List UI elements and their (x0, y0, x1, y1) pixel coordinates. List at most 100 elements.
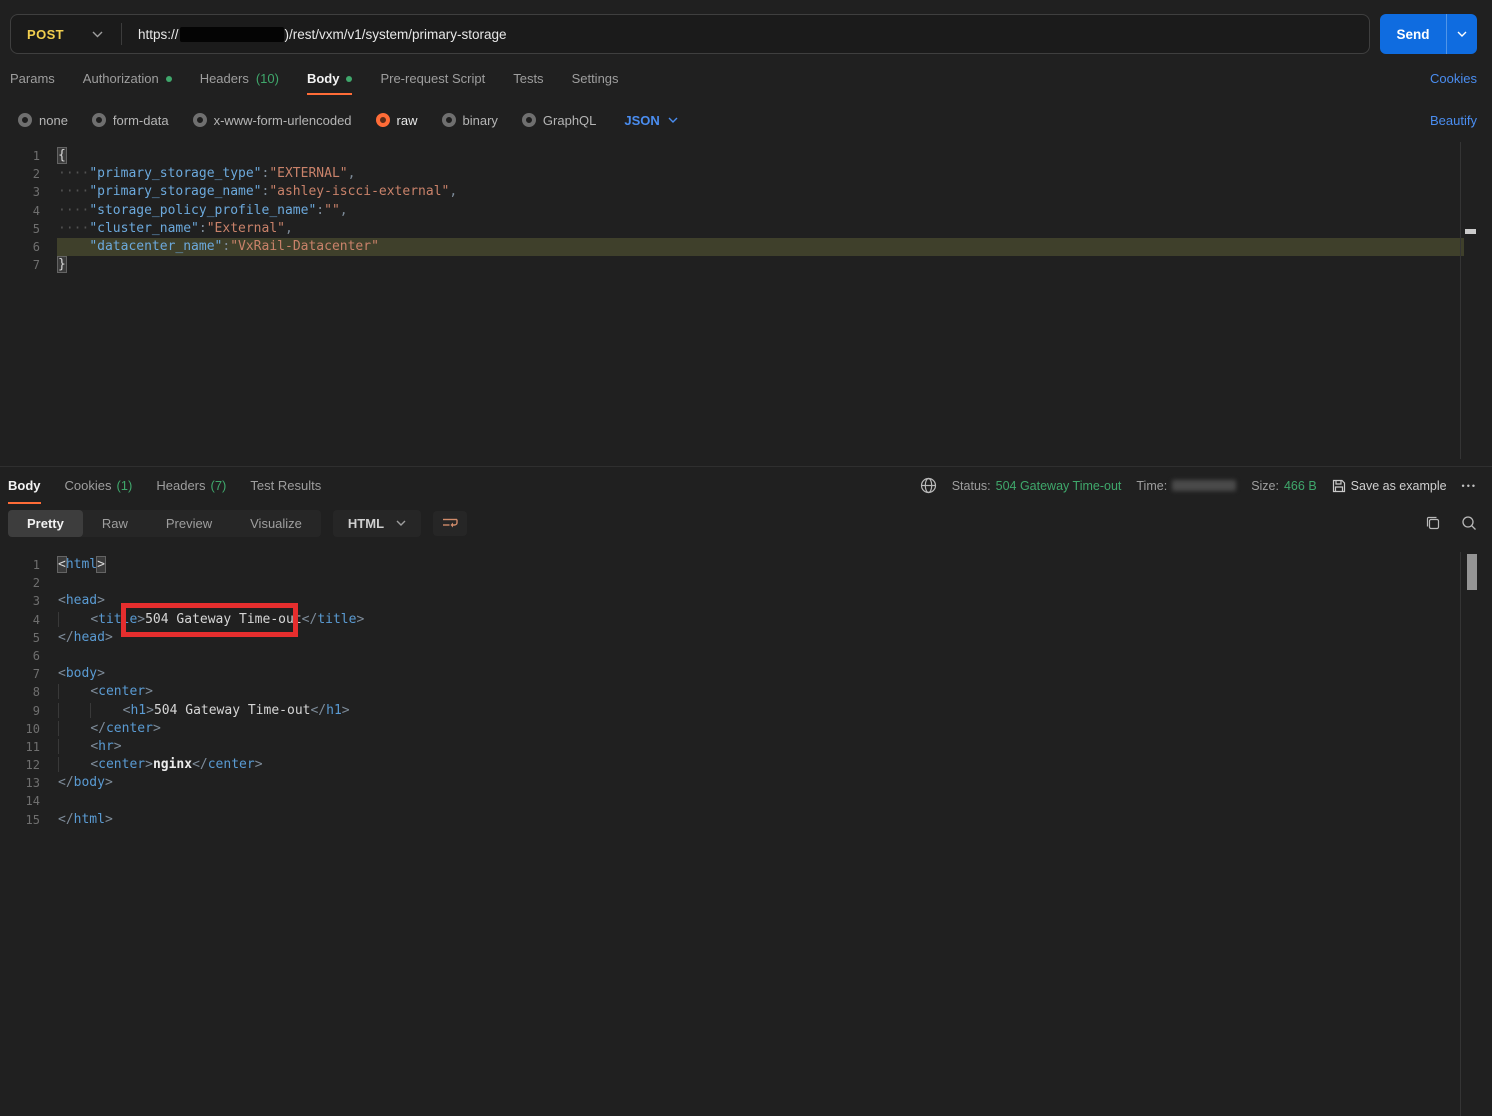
line-number: 7 (0, 256, 40, 274)
code-line[interactable]: 2 (0, 574, 1492, 592)
view-visualize[interactable]: Visualize (231, 510, 321, 537)
line-number: 12 (0, 756, 40, 774)
response-tab-test-results[interactable]: Test Results (250, 467, 321, 504)
code-line[interactable]: 3····"primary_storage_name":"ashley-iscc… (0, 183, 1492, 201)
code-token-punc: > (153, 721, 161, 736)
view-pretty[interactable]: Pretty (8, 510, 83, 537)
radio-icon (18, 113, 32, 127)
more-actions-button[interactable]: ••• (1462, 481, 1477, 491)
tab-headers[interactable]: Headers(10) (200, 71, 279, 95)
code-line-content: <head> (57, 592, 1464, 610)
response-body-editor[interactable]: 1<html>23<head>4 <title>504 Gateway Time… (0, 552, 1492, 836)
code-token-ind (58, 703, 90, 718)
code-line[interactable]: 3<head> (0, 592, 1492, 610)
response-tab-body[interactable]: Body (8, 467, 41, 504)
size-badge[interactable]: Size: 466 B (1251, 479, 1316, 493)
code-line[interactable]: 5</head> (0, 629, 1492, 647)
cookies-count: (1) (116, 478, 132, 493)
request-editor-overview-ruler[interactable] (1460, 142, 1478, 459)
send-options-button[interactable] (1446, 14, 1477, 54)
code-line-content: <hr> (57, 738, 1464, 756)
response-editor-scroll-track[interactable] (1460, 552, 1478, 1116)
body-type-binary[interactable]: binary (442, 113, 498, 128)
body-type-none[interactable]: none (18, 113, 68, 128)
response-toolbar-icons (1425, 515, 1477, 531)
send-button[interactable]: Send (1380, 14, 1446, 54)
code-line[interactable]: 4 <title>504 Gateway Time-out</title> (0, 611, 1492, 629)
response-tab-cookies[interactable]: Cookies(1) (65, 467, 133, 504)
view-raw[interactable]: Raw (83, 510, 147, 537)
code-line[interactable]: 7<body> (0, 665, 1492, 683)
code-line[interactable]: 4····"storage_policy_profile_name":"", (0, 202, 1492, 220)
code-token-sp (58, 239, 89, 254)
status-badge[interactable]: Status: 504 Gateway Time-out (952, 479, 1122, 493)
code-line-content: </center> (57, 720, 1464, 738)
code-line[interactable]: 9 <h1>504 Gateway Time-out</h1> (0, 702, 1492, 720)
radio-icon (193, 113, 207, 127)
code-line[interactable]: 14 (0, 792, 1492, 810)
tab-pre-request-script[interactable]: Pre-request Script (380, 71, 485, 95)
status-value: 504 Gateway Time-out (996, 479, 1122, 493)
code-line[interactable]: 1{ (0, 147, 1492, 165)
code-line[interactable]: 13</body> (0, 774, 1492, 792)
line-number: 5 (0, 220, 40, 238)
request-url-row: POST https://)/rest/vxm/v1/system/primar… (10, 14, 1477, 54)
line-number: 5 (0, 629, 40, 647)
code-token-punc: </ (90, 721, 106, 736)
search-response-button[interactable] (1461, 515, 1477, 531)
code-line[interactable]: 8 <center> (0, 683, 1492, 701)
radio-icon (92, 113, 106, 127)
save-as-example-button[interactable]: Save as example (1332, 479, 1447, 493)
code-token-tag: title (98, 612, 137, 627)
beautify-link[interactable]: Beautify (1430, 113, 1477, 128)
code-line[interactable]: 5 ····"cluster_name":"External", (0, 220, 1492, 238)
response-view-switch: Pretty Raw Preview Visualize (8, 510, 321, 537)
body-type-raw[interactable]: raw (376, 113, 418, 128)
code-token-punc: </ (310, 703, 326, 718)
code-line[interactable]: 1<html> (0, 556, 1492, 574)
view-preview[interactable]: Preview (147, 510, 231, 537)
tab-settings[interactable]: Settings (572, 71, 619, 95)
line-number: 2 (0, 165, 40, 183)
cookies-link[interactable]: Cookies (1430, 71, 1477, 95)
language-selector[interactable]: JSON (624, 113, 677, 128)
line-number: 2 (0, 574, 40, 592)
tab-body[interactable]: Body (307, 71, 353, 95)
line-number: 6 (0, 238, 40, 256)
line-number: 11 (0, 738, 40, 756)
response-scrollbar-thumb[interactable] (1467, 554, 1477, 590)
code-line[interactable]: 6 "datacenter_name":"VxRail-Datacenter" (0, 238, 1492, 256)
url-input[interactable]: https://)/rest/vxm/v1/system/primary-sto… (138, 27, 507, 42)
tab-params[interactable]: Params (10, 71, 55, 95)
url-prefix: https:// (138, 27, 179, 42)
body-type-row: none form-data x-www-form-urlencoded raw… (18, 108, 1477, 132)
globe-icon[interactable] (920, 477, 937, 494)
time-badge[interactable]: Time: (1136, 479, 1236, 493)
body-type-form-data[interactable]: form-data (92, 113, 169, 128)
response-meta: Status: 504 Gateway Time-out Time: Size:… (920, 477, 1477, 494)
code-line[interactable]: 6 (0, 647, 1492, 665)
code-line[interactable]: 11 <hr> (0, 738, 1492, 756)
code-token-punc: > (146, 703, 154, 718)
copy-response-button[interactable] (1425, 515, 1441, 531)
code-line[interactable]: 15</html> (0, 811, 1492, 829)
line-number: 10 (0, 720, 40, 738)
code-line-content: ····"cluster_name":"External", (57, 220, 1464, 238)
cursor-line-marker (1465, 229, 1476, 234)
tab-tests[interactable]: Tests (513, 71, 543, 95)
code-token-ind (58, 612, 90, 627)
code-line[interactable]: 10 </center> (0, 720, 1492, 738)
response-tab-headers[interactable]: Headers(7) (156, 467, 226, 504)
method-selector[interactable]: POST (11, 27, 121, 42)
code-line[interactable]: 12 <center>nginx</center> (0, 756, 1492, 774)
code-line[interactable]: 2····"primary_storage_type":"EXTERNAL", (0, 165, 1492, 183)
code-line-content (57, 647, 1464, 665)
code-line[interactable]: 7} (0, 256, 1492, 274)
format-selector[interactable]: HTML (333, 510, 421, 537)
body-type-graphql[interactable]: GraphQL (522, 113, 596, 128)
wrap-lines-button[interactable] (433, 511, 467, 536)
code-line-content: { (57, 147, 1464, 165)
request-body-editor[interactable]: 1{2····"primary_storage_type":"EXTERNAL"… (0, 142, 1492, 459)
tab-authorization[interactable]: Authorization (83, 71, 172, 95)
body-type-x-www-form-urlencoded[interactable]: x-www-form-urlencoded (193, 113, 352, 128)
